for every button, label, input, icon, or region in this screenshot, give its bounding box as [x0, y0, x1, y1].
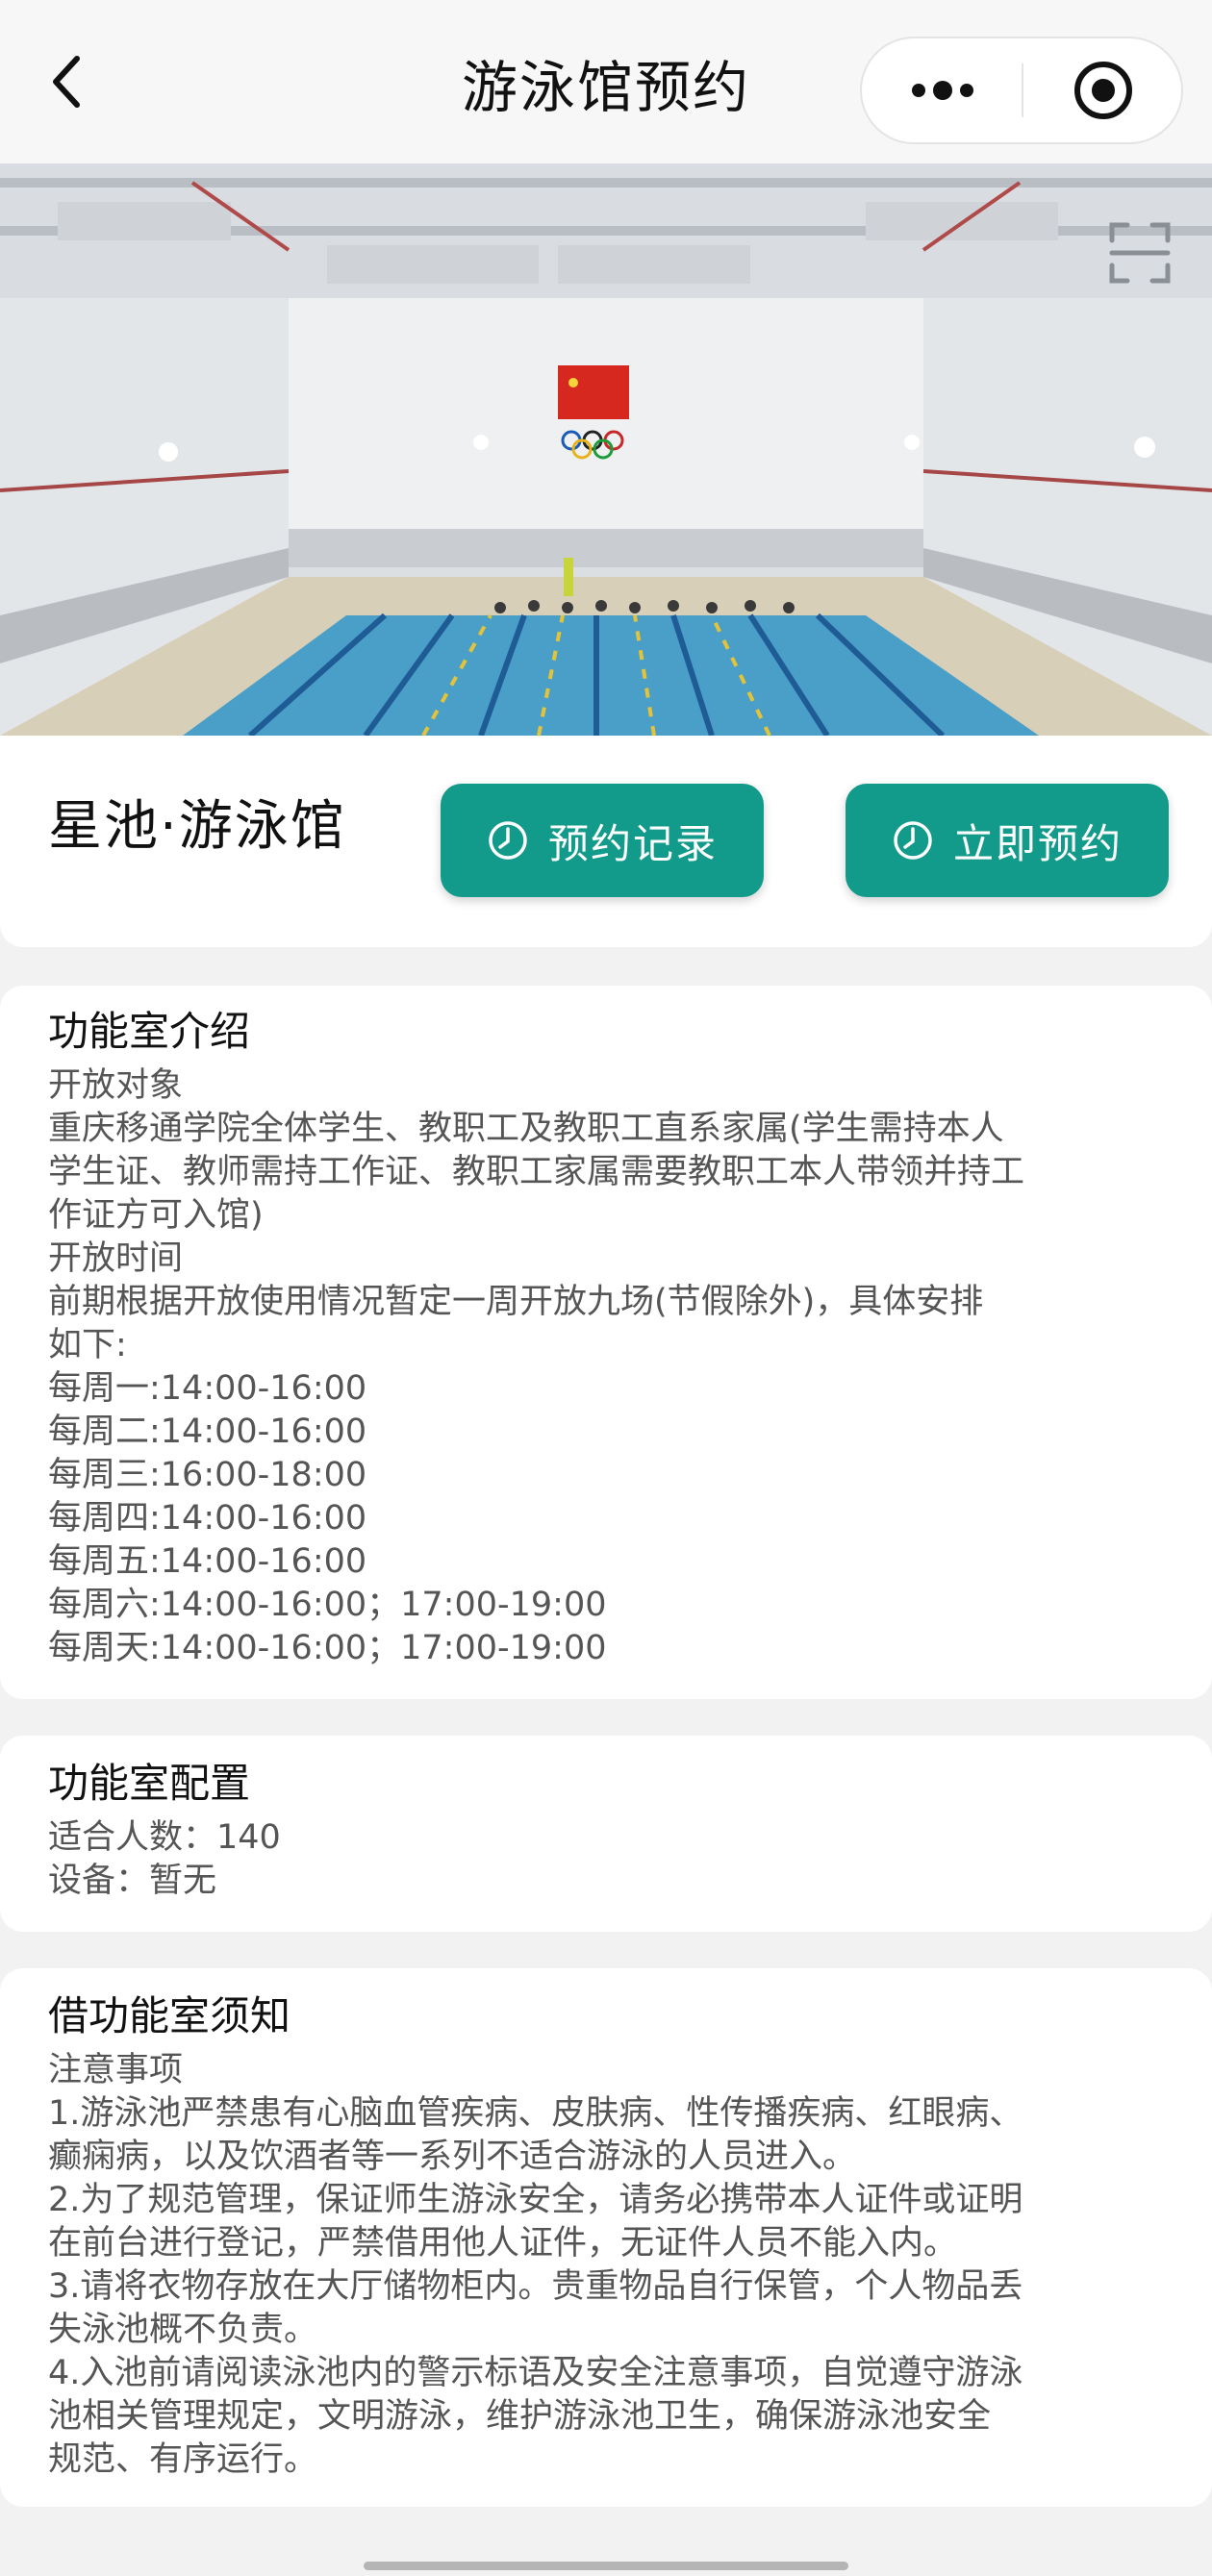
notice-line: 3.请将衣物存放在大厅储物柜内。贵重物品自行保管，个人物品丢 — [48, 2267, 1023, 2306]
notice-line: 1.游泳池严禁患有心脑血管疾病、皮肤病、性传播疾病、红眼病、 — [48, 2094, 1023, 2133]
home-indicator[interactable] — [364, 2562, 848, 2570]
config-body: 适合人数：140 设备：暂无 — [48, 1816, 1164, 1903]
schedule-line: 每周五:14:00-16:00 — [48, 1542, 367, 1581]
nav-bar: 游泳馆预约 — [0, 0, 1212, 163]
mini-program-capsule — [860, 37, 1183, 144]
schedule-line: 每周一:14:00-16:00 — [48, 1369, 367, 1408]
room-notice-card: 借功能室须知 注意事项 1.游泳池严禁患有心脑血管疾病、皮肤病、性传播疾病、红眼… — [0, 1968, 1212, 2507]
section-title: 功能室配置 — [48, 1760, 251, 1807]
schedule-line: 每周四:14:00-16:00 — [48, 1499, 367, 1538]
intro-line: 开放对象 — [48, 1066, 184, 1105]
intro-line: 作证方可入馆) — [48, 1196, 264, 1235]
schedule-line: 每周天:14:00-16:00；17:00-19:00 — [48, 1629, 607, 1667]
notice-line: 2.为了规范管理，保证师生游泳安全，请务必携带本人证件或证明 — [48, 2181, 1023, 2219]
target-close-icon — [1074, 62, 1132, 119]
venue-header-card: 星池·游泳馆 预约记录 立即预约 — [0, 736, 1212, 947]
room-intro-card: 功能室介绍 开放对象 重庆移通学院全体学生、教职工及教职工直系家属(学生需持本人… — [0, 986, 1212, 1699]
scan-icon — [1109, 222, 1171, 284]
hero-image — [0, 163, 1212, 736]
room-config-card: 功能室配置 适合人数：140 设备：暂无 — [0, 1736, 1212, 1932]
schedule-line: 每周二:14:00-16:00 — [48, 1413, 367, 1451]
more-button[interactable] — [862, 38, 1023, 142]
clock-icon — [489, 821, 527, 860]
book-now-button[interactable]: 立即预约 — [846, 784, 1169, 897]
intro-line: 开放时间 — [48, 1239, 184, 1278]
notice-line: 注意事项 — [48, 2051, 184, 2089]
notice-line: 失泳池概不负责。 — [48, 2311, 318, 2349]
book-now-label: 立即预约 — [952, 819, 1123, 867]
intro-line: 前期根据开放使用情况暂定一周开放九场(节假除外)，具体安排 — [48, 1283, 984, 1321]
intro-line: 如下: — [48, 1326, 127, 1364]
schedule-line: 每周六:14:00-16:00；17:00-19:00 — [48, 1586, 607, 1624]
equipment-text: 设备：暂无 — [48, 1862, 217, 1900]
notice-line: 池相关管理规定，文明游泳，维护游泳池卫生，确保游泳池安全 — [48, 2397, 992, 2436]
close-button[interactable] — [1023, 38, 1183, 142]
schedule-line: 每周三:16:00-18:00 — [48, 1456, 367, 1494]
scan-button[interactable] — [1106, 219, 1174, 287]
clock-icon — [894, 821, 932, 860]
section-title: 借功能室须知 — [48, 1992, 291, 2039]
notice-line: 在前台进行登记，严禁借用他人证件，无证件人员不能入内。 — [48, 2224, 958, 2263]
intro-line: 重庆移通学院全体学生、教职工及教职工直系家属(学生需持本人 — [48, 1110, 1004, 1148]
indoor-swimming-pool-photo — [0, 163, 1212, 736]
booking-records-button[interactable]: 预约记录 — [441, 784, 764, 897]
intro-line: 学生证、教师需持工作证、教职工家属需要教职工本人带领并持工 — [48, 1153, 1025, 1191]
intro-body: 开放对象 重庆移通学院全体学生、教职工及教职工直系家属(学生需持本人 学生证、教… — [48, 1064, 1164, 1670]
notice-line: 癫痫病，以及饮酒者等一系列不适合游泳的人员进入。 — [48, 2138, 857, 2176]
notice-line: 4.入池前请阅读泳池内的警示标语及安全注意事项，自觉遵守游泳 — [48, 2354, 1023, 2392]
section-title: 功能室介绍 — [48, 1008, 251, 1055]
notice-body: 注意事项 1.游泳池严禁患有心脑血管疾病、皮肤病、性传播疾病、红眼病、 癫痫病，… — [48, 2049, 1164, 2482]
capacity-text: 适合人数：140 — [48, 1818, 281, 1857]
more-dots-icon — [912, 81, 973, 100]
booking-records-label: 预约记录 — [547, 819, 718, 867]
notice-line: 规范、有序运行。 — [48, 2440, 318, 2479]
venue-name: 星池·游泳馆 — [48, 795, 346, 858]
